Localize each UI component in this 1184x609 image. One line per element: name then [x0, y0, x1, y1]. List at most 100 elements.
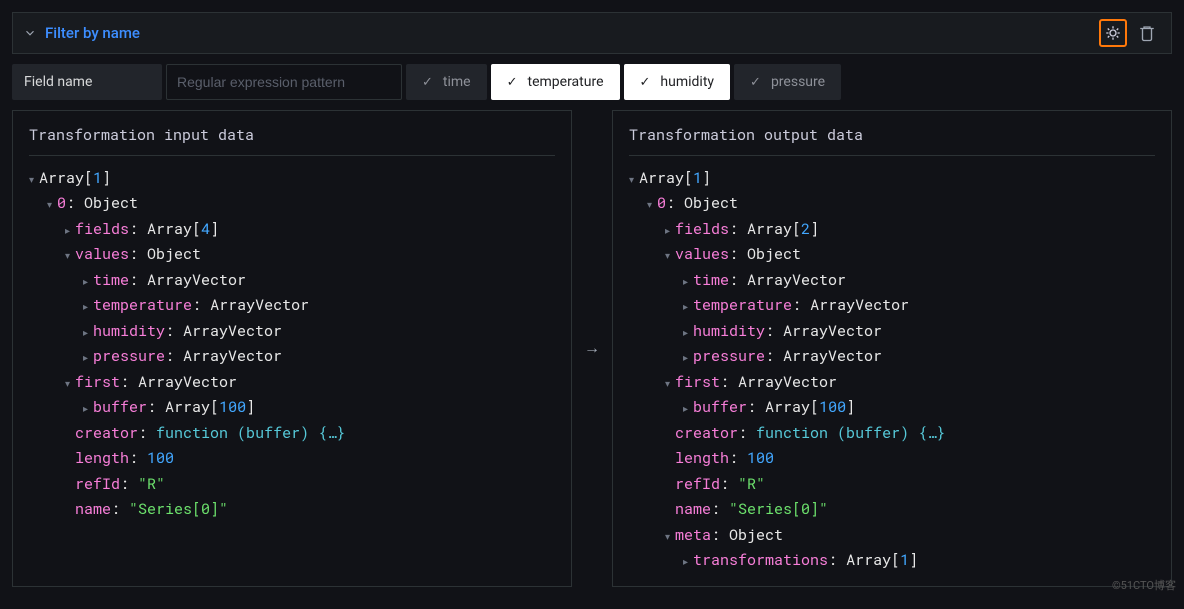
token: : [765, 346, 783, 366]
tree-node[interactable]: ▾first: ArrayVector [629, 370, 1155, 396]
token: ArrayVector [183, 321, 282, 341]
caret-down-icon[interactable]: ▾ [47, 196, 57, 213]
input-panel-title: Transformation input data [29, 123, 555, 149]
tree-node[interactable]: ▸humidity: ArrayVector [29, 319, 555, 345]
token: : [711, 525, 729, 545]
caret-right-icon[interactable]: ▸ [65, 222, 75, 239]
tree-node[interactable]: ▾Array[1] [29, 166, 555, 192]
tree-node[interactable]: ▾Array[1] [629, 166, 1155, 192]
tree-node[interactable]: ▾values: Object [629, 242, 1155, 268]
caret-right-icon[interactable]: ▸ [683, 400, 693, 417]
transformation-header: Filter by name [12, 12, 1172, 54]
token: ArrayVector [810, 295, 909, 315]
tree-node[interactable]: refId: "R" [629, 472, 1155, 498]
caret-none [65, 451, 75, 468]
token: : [711, 499, 729, 519]
check-icon: ✓ [507, 75, 518, 90]
tree-node[interactable]: ▾0: Object [29, 191, 555, 217]
tree-node[interactable]: creator: function (buffer) {…} [629, 421, 1155, 447]
caret-down-icon[interactable]: ▾ [65, 247, 75, 264]
filter-pill-temperature[interactable]: ✓temperature [491, 64, 620, 100]
token: temperature [93, 295, 192, 315]
regex-input[interactable] [166, 64, 402, 100]
tree-node[interactable]: ▸temperature: ArrayVector [29, 293, 555, 319]
token: 2 [801, 219, 810, 239]
tree-node[interactable]: length: 100 [29, 446, 555, 472]
token: ArrayVector [738, 372, 837, 392]
tree-node[interactable]: ▸temperature: ArrayVector [629, 293, 1155, 319]
token: 100 [219, 397, 246, 417]
tree-node[interactable]: name: "Series[0]" [629, 497, 1155, 523]
caret-right-icon[interactable]: ▸ [683, 324, 693, 341]
caret-right-icon[interactable]: ▸ [683, 298, 693, 315]
token: Array [639, 168, 684, 188]
token: 1 [693, 168, 702, 188]
tree-node[interactable]: ▸transformations: Array[1] [629, 548, 1155, 574]
tree-node[interactable]: refId: "R" [29, 472, 555, 498]
caret-right-icon[interactable]: ▸ [83, 400, 93, 417]
filter-pill-time[interactable]: ✓time [406, 64, 487, 100]
token: : [120, 474, 138, 494]
caret-down-icon[interactable]: ▾ [665, 247, 675, 264]
caret-right-icon[interactable]: ▸ [683, 273, 693, 290]
tree-node[interactable]: length: 100 [629, 446, 1155, 472]
tree-node[interactable]: ▾0: Object [629, 191, 1155, 217]
tree-node[interactable]: ▸humidity: ArrayVector [629, 319, 1155, 345]
caret-down-icon[interactable]: ▾ [65, 375, 75, 392]
caret-down-icon[interactable]: ▾ [665, 528, 675, 545]
token: buffer [93, 397, 147, 417]
token: ] [810, 219, 819, 239]
tree-node[interactable]: creator: function (buffer) {…} [29, 421, 555, 447]
tree-node[interactable]: ▸fields: Array[2] [629, 217, 1155, 243]
input-tree: ▾Array[1] ▾0: Object ▸fields: Array[4] ▾… [29, 166, 555, 523]
caret-down-icon[interactable]: ▾ [665, 375, 675, 392]
token: : [129, 270, 147, 290]
caret-right-icon[interactable]: ▸ [83, 324, 93, 341]
token: : [792, 295, 810, 315]
token: 1 [900, 550, 909, 570]
pill-label: time [443, 74, 471, 90]
caret-down-icon[interactable]: ▾ [29, 171, 39, 188]
tree-node[interactable]: ▸buffer: Array[100] [29, 395, 555, 421]
caret-right-icon[interactable]: ▸ [683, 553, 693, 570]
token: 100 [819, 397, 846, 417]
tree-node[interactable]: ▸buffer: Array[100] [629, 395, 1155, 421]
caret-down-icon[interactable]: ▾ [647, 196, 657, 213]
debug-button[interactable] [1099, 19, 1127, 47]
token: 0 [657, 193, 666, 213]
delete-button[interactable] [1133, 19, 1161, 47]
token: [ [684, 168, 693, 188]
tree-node[interactable]: ▾first: ArrayVector [29, 370, 555, 396]
tree-node[interactable]: ▸time: ArrayVector [629, 268, 1155, 294]
check-icon: ✓ [750, 75, 761, 90]
tree-node[interactable]: ▾values: Object [29, 242, 555, 268]
caret-right-icon[interactable]: ▸ [83, 349, 93, 366]
caret-right-icon[interactable]: ▸ [665, 222, 675, 239]
caret-right-icon[interactable]: ▸ [83, 273, 93, 290]
token: name [75, 499, 111, 519]
token: ArrayVector [783, 321, 882, 341]
input-panel: Transformation input data ▾Array[1] ▾0: … [12, 110, 572, 587]
caret-right-icon[interactable]: ▸ [83, 298, 93, 315]
caret-right-icon[interactable]: ▸ [683, 349, 693, 366]
token: Object [84, 193, 138, 213]
token: "Series[0]" [729, 499, 828, 519]
tree-node[interactable]: ▸pressure: ArrayVector [629, 344, 1155, 370]
caret-down-icon[interactable]: ▾ [629, 171, 639, 188]
token: first [75, 372, 120, 392]
filter-pill-humidity[interactable]: ✓humidity [624, 64, 731, 100]
token: [ [84, 168, 93, 188]
filter-pill-pressure[interactable]: ✓pressure [734, 64, 841, 100]
tree-node[interactable]: ▾meta: Object [629, 523, 1155, 549]
token: 100 [147, 448, 174, 468]
token: Array [846, 550, 891, 570]
tree-node[interactable]: ▸time: ArrayVector [29, 268, 555, 294]
tree-node[interactable]: ▸pressure: ArrayVector [29, 344, 555, 370]
token: ] [702, 168, 711, 188]
token: Array [147, 219, 192, 239]
collapse-toggle[interactable] [23, 26, 37, 40]
token: ArrayVector [183, 346, 282, 366]
tree-node[interactable]: name: "Series[0]" [29, 497, 555, 523]
tree-node[interactable]: ▸fields: Array[4] [29, 217, 555, 243]
token: 0 [57, 193, 66, 213]
